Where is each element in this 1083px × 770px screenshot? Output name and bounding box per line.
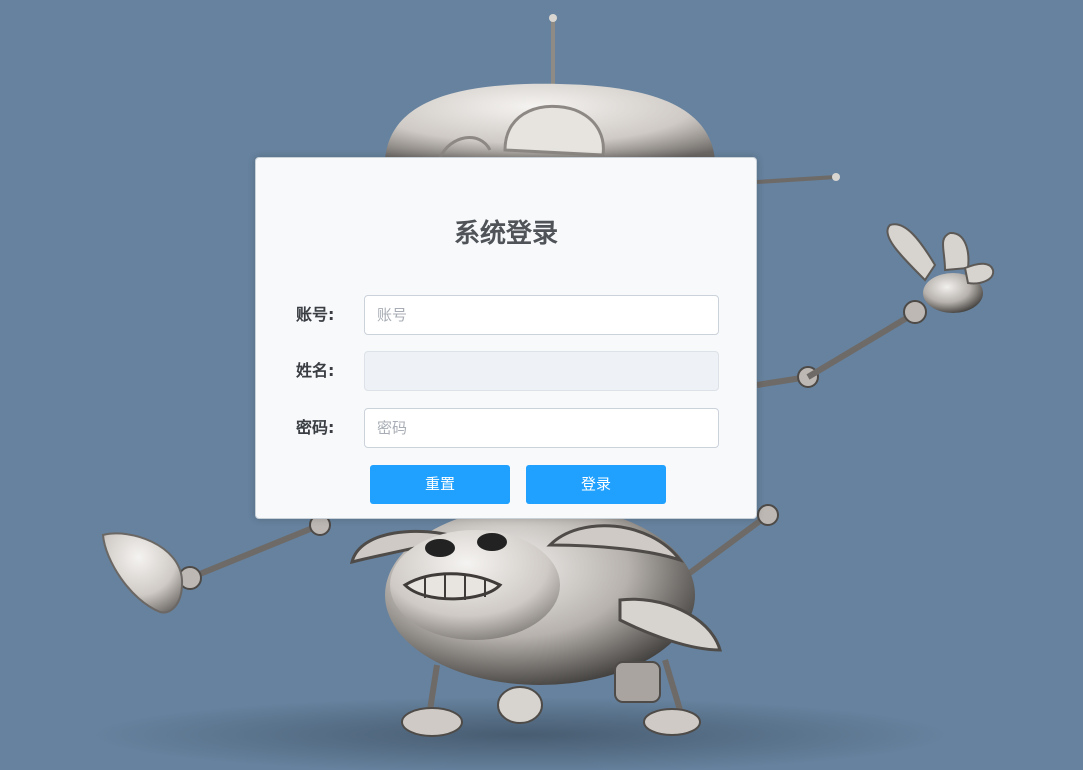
- password-label: 密码:: [296, 418, 335, 437]
- login-title: 系统登录: [453, 219, 558, 249]
- password-input[interactable]: [364, 408, 719, 448]
- account-input[interactable]: [364, 295, 719, 335]
- login-panel: 系统登录 账号: 姓名: 密码: 重置 登录: [255, 157, 757, 519]
- name-row: 姓名:: [256, 351, 756, 391]
- name-label: 姓名:: [296, 361, 335, 380]
- reset-button[interactable]: 重置: [370, 465, 510, 504]
- account-label: 账号:: [296, 305, 335, 324]
- account-row: 账号:: [256, 295, 756, 335]
- name-input: [364, 351, 719, 391]
- password-row: 密码:: [256, 408, 756, 448]
- login-button[interactable]: 登录: [526, 465, 666, 504]
